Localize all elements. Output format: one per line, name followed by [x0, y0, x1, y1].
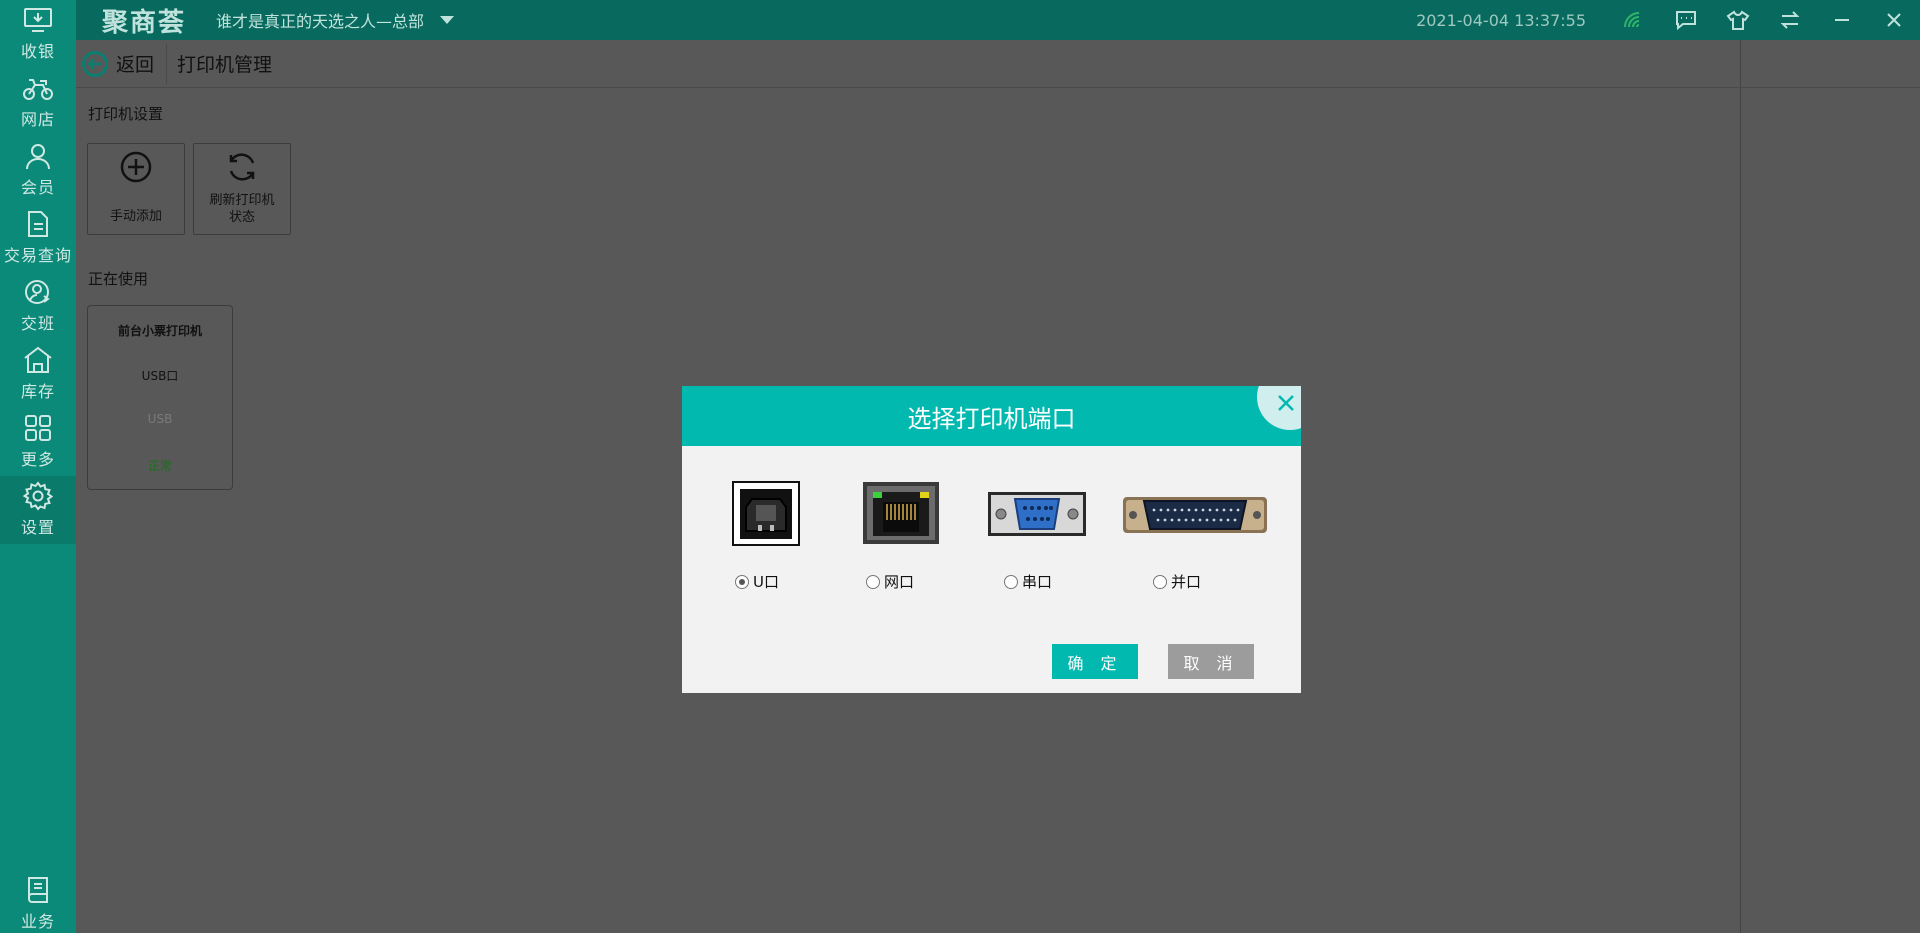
radio-usb[interactable]	[735, 574, 749, 589]
port-option-ethernet[interactable]: 网口	[866, 571, 914, 592]
manual-add-button[interactable]: 手动添加	[87, 143, 185, 235]
dialog-header: 选择打印机端口	[682, 386, 1301, 446]
printer-card[interactable]: 前台小票打印机 USB口 USB 正常	[87, 305, 233, 490]
header-divider	[166, 43, 168, 84]
dialog-close-button[interactable]	[1257, 386, 1301, 430]
close-icon[interactable]	[1868, 0, 1920, 40]
sidebar-item-label: 交班	[20, 314, 55, 333]
refresh-printer-status-button[interactable]: 刷新打印机 状态	[193, 143, 291, 235]
refresh-icon	[229, 153, 255, 181]
store-name[interactable]: 谁才是真正的天选之人—总部	[216, 8, 424, 32]
sidebar-item-inventory[interactable]: 库存	[0, 340, 76, 408]
sidebar-item-label: 收银	[20, 42, 55, 61]
port-option-parallel[interactable]: 并口	[1153, 571, 1201, 592]
grid-icon	[22, 412, 54, 444]
sidebar-item-label: 更多	[20, 450, 55, 469]
sidebar-item-more[interactable]: 更多	[0, 408, 76, 476]
sidebar-item-member[interactable]: 会员	[0, 136, 76, 204]
port-option-usb[interactable]: U口	[735, 571, 779, 592]
sidebar-item-label: 网店	[20, 110, 55, 129]
port-label-ethernet: 网口	[884, 573, 915, 591]
port-label-usb: U口	[753, 573, 779, 591]
cancel-button[interactable]: 取 消	[1168, 644, 1254, 679]
sidebar-item-label: 交易查询	[3, 246, 72, 265]
minimize-icon[interactable]	[1816, 0, 1868, 40]
sidebar-item-label: 业务	[20, 912, 55, 931]
dialog-title: 选择打印机端口	[907, 404, 1076, 433]
page-title: 打印机管理	[177, 54, 273, 76]
port-label-parallel: 并口	[1171, 573, 1202, 591]
sidebar-item-label: 会员	[20, 178, 55, 197]
refresh-label: 刷新打印机 状态	[209, 193, 275, 225]
book-icon	[22, 874, 54, 906]
gear-icon	[22, 480, 54, 512]
printer-type: USB	[147, 412, 173, 426]
serial-port-icon	[987, 491, 1087, 537]
top-bar: 聚商荟 谁才是真正的天选之人—总部 2021-04-04 13:37:55	[76, 0, 1920, 40]
sidebar-item-business[interactable]: 业务	[0, 870, 76, 933]
port-label-serial: 串口	[1022, 573, 1053, 591]
sidebar-item-label: 库存	[20, 382, 55, 401]
select-port-dialog: 选择打印机端口 U口 网口 串口 并口 确 定 取 消	[682, 386, 1301, 693]
port-option-serial[interactable]: 串口	[1004, 571, 1052, 592]
page-header: 返回 打印机管理	[76, 40, 1740, 88]
theme-shirt-icon[interactable]	[1712, 0, 1764, 40]
delivery-bike-icon	[22, 72, 54, 104]
ethernet-port-icon	[863, 482, 939, 544]
app-logo: 聚商荟	[102, 7, 187, 38]
back-label: 返回	[116, 54, 155, 76]
wifi-icon[interactable]	[1608, 0, 1660, 40]
usb-port-icon	[732, 481, 800, 546]
printer-name: 前台小票打印机	[117, 324, 202, 338]
confirm-button[interactable]: 确 定	[1052, 644, 1138, 679]
chevron-down-icon[interactable]	[440, 16, 455, 24]
back-button[interactable]: 返回	[82, 50, 154, 77]
sidebar-item-settings[interactable]: 设置	[0, 476, 76, 544]
right-panel-header	[1740, 40, 1920, 88]
sidebar: 收银 网店 会员 交易查询 交班 库存 更多 设置 业务	[0, 0, 76, 933]
right-panel	[1740, 88, 1920, 933]
cashier-icon	[22, 4, 54, 36]
parallel-port-icon	[1122, 494, 1268, 536]
document-icon	[22, 208, 54, 240]
close-icon	[1278, 395, 1294, 411]
printer-status: 正常	[147, 459, 172, 473]
radio-serial[interactable]	[1004, 574, 1018, 589]
manual-add-label: 手动添加	[109, 209, 162, 224]
sidebar-item-handover[interactable]: 交班	[0, 272, 76, 340]
warehouse-icon	[22, 344, 54, 376]
sidebar-item-webstore[interactable]: 网店	[0, 68, 76, 136]
radio-parallel[interactable]	[1153, 574, 1167, 589]
sidebar-item-cashier[interactable]: 收银	[0, 0, 76, 68]
arrow-left-icon	[82, 50, 108, 77]
plus-circle-icon	[120, 151, 152, 183]
sidebar-item-label: 设置	[20, 518, 55, 537]
printer-port: USB口	[141, 369, 179, 383]
sidebar-item-transactions[interactable]: 交易查询	[0, 204, 76, 272]
member-icon	[22, 140, 54, 172]
printer-settings-label: 打印机设置	[88, 105, 164, 123]
in-use-label: 正在使用	[88, 270, 149, 288]
handover-icon	[22, 276, 54, 308]
message-icon[interactable]	[1660, 0, 1712, 40]
datetime: 2021-04-04 13:37:55	[1416, 10, 1586, 30]
switch-icon[interactable]	[1764, 0, 1816, 40]
radio-ethernet[interactable]	[866, 574, 880, 589]
